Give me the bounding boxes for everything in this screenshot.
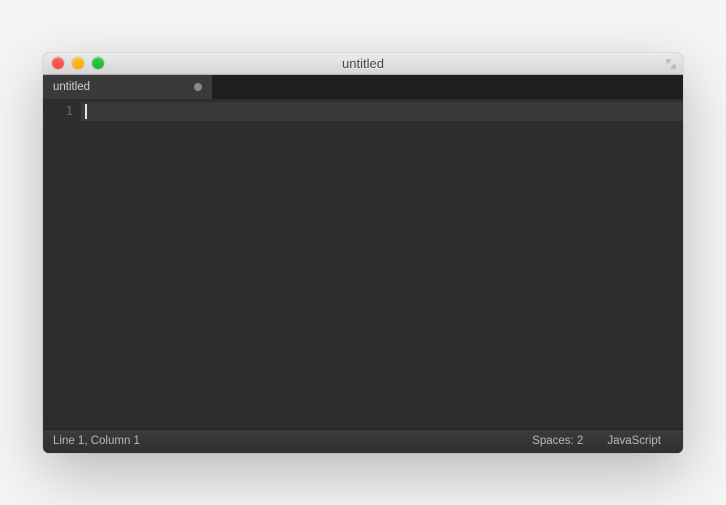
- cursor-position[interactable]: Line 1, Column 1: [53, 435, 140, 447]
- editor-area: 1: [43, 99, 683, 429]
- gutter: 1: [43, 99, 81, 429]
- status-bar: Line 1, Column 1 Spaces: 2 JavaScript: [43, 429, 683, 453]
- minimize-button[interactable]: [72, 57, 84, 69]
- tab-untitled[interactable]: untitled: [43, 75, 213, 99]
- code-area[interactable]: [81, 99, 683, 429]
- close-button[interactable]: [52, 57, 64, 69]
- indentation-selector[interactable]: Spaces: 2: [520, 435, 595, 447]
- tab-bar: untitled: [43, 75, 683, 99]
- active-line-highlight: [81, 102, 683, 121]
- maximize-button[interactable]: [92, 57, 104, 69]
- title-bar[interactable]: untitled: [43, 53, 683, 75]
- fullscreen-icon[interactable]: [665, 57, 677, 69]
- line-number: 1: [43, 102, 73, 121]
- window-title: untitled: [342, 56, 384, 71]
- editor-window: untitled untitled 1 Line 1, Column 1 Spa…: [43, 53, 683, 453]
- traffic-lights: [43, 57, 104, 69]
- tab-label: untitled: [53, 81, 90, 93]
- text-cursor: [85, 104, 87, 119]
- syntax-selector[interactable]: JavaScript: [595, 435, 673, 447]
- dirty-indicator-icon: [194, 83, 202, 91]
